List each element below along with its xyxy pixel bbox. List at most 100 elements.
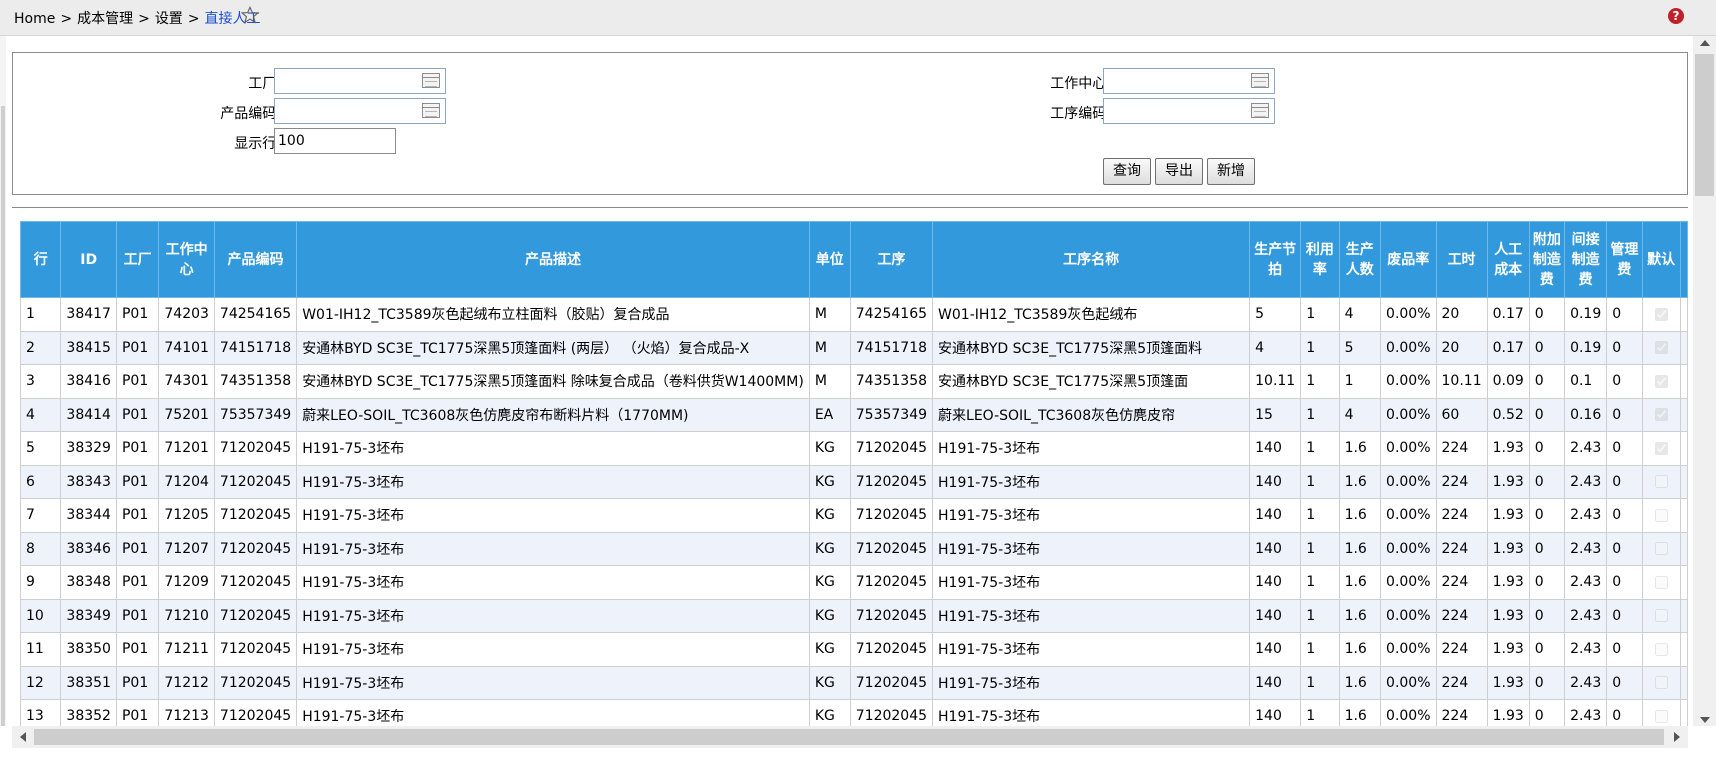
table-row[interactable]: 5 38329 P01 71201 71202045 H191-75-3坯布 KG 71202… [19,431,1688,466]
cell-workers: 4 [1338,397,1382,432]
export-button[interactable]: 导出 [1155,158,1203,185]
row-action-cell[interactable] [1679,397,1688,432]
breadcrumb-settings[interactable]: 设置 [155,11,183,27]
table-row[interactable]: 10 38349 P01 71210 71202045 H191-75-3坯布 KG 7120… [19,598,1688,633]
default-checkbox[interactable] [1654,374,1668,388]
table-row[interactable]: 11 38350 P01 71211 71202045 H191-75-3坯布 KG 7120… [19,632,1688,667]
cell-id: 38417 [60,297,117,332]
row-action-cell[interactable] [1679,565,1688,600]
column-header[interactable]: 间接制造费 [1564,221,1608,298]
horizontal-scrollbar[interactable] [12,726,1688,748]
scroll-left-arrow-icon[interactable] [20,732,26,742]
default-checkbox[interactable] [1654,609,1668,623]
work-center-field[interactable] [1103,68,1275,94]
column-header[interactable]: 单位 [808,221,851,298]
query-button[interactable]: 查询 [1103,158,1151,185]
cell-unit: KG [808,598,851,633]
column-header[interactable]: 工时 [1435,221,1488,298]
column-header[interactable]: 产品编码 [213,221,298,298]
table-picker-icon[interactable] [422,73,440,88]
row-action-cell[interactable] [1679,699,1688,727]
table-row[interactable]: 7 38344 P01 71205 71202045 H191-75-3坯布 KG 71202… [19,498,1688,533]
cell-takt: 10.11 [1249,364,1302,399]
table-row[interactable]: 3 38416 P01 74301 74351358 安通林BYD SC3E_TC1775… [19,364,1688,399]
table-picker-icon[interactable] [1251,103,1269,118]
column-header[interactable]: 生产节拍 [1249,221,1302,298]
column-header[interactable]: ID [60,221,117,298]
breadcrumb-cost-management[interactable]: 成本管理 [77,11,133,27]
process-code-field[interactable] [1103,98,1275,124]
column-header[interactable]: 工序 [849,221,934,298]
column-header[interactable]: 生产人数 [1338,221,1382,298]
default-checkbox[interactable] [1654,709,1668,723]
default-checkbox[interactable] [1654,642,1668,656]
cell-management-fee: 0 [1606,632,1643,667]
scroll-up-arrow-icon[interactable] [1700,40,1710,46]
row-action-cell[interactable] [1679,364,1688,399]
vertical-scrollbar-thumb[interactable] [1695,54,1714,196]
help-icon[interactable]: ? [1668,8,1684,24]
default-checkbox[interactable] [1654,542,1668,556]
default-checkbox[interactable] [1654,575,1668,589]
star-outline-icon[interactable] [241,6,259,24]
cell-indirect-mfg-cost: 2.43 [1564,431,1608,466]
column-header[interactable]: 工序名称 [932,221,1251,298]
default-checkbox[interactable] [1654,508,1668,522]
scroll-down-arrow-icon[interactable] [1700,717,1710,723]
cell-work-center: 71201 [158,431,215,466]
row-action-cell[interactable] [1679,498,1688,533]
column-header[interactable]: 产品描述 [296,221,810,298]
row-action-cell[interactable] [1679,598,1688,633]
column-header[interactable]: 废品率 [1380,221,1437,298]
table-row[interactable]: 6 38343 P01 71204 71202045 H191-75-3坯布 KG 71202… [19,464,1688,499]
row-action-cell[interactable] [1679,531,1688,566]
default-checkbox[interactable] [1654,408,1668,422]
cell-work-hours: 224 [1435,665,1488,700]
default-checkbox[interactable] [1654,307,1668,321]
cell-plant: P01 [115,431,160,466]
table-picker-icon[interactable] [422,103,440,118]
cell-additional-mfg-cost: 0 [1528,699,1566,727]
column-header[interactable]: 工厂 [115,221,160,298]
table-row[interactable]: 13 38352 P01 71213 71202045 H191-75-3坯布 KG 7120… [19,699,1688,727]
cell-product-description: 安通林BYD SC3E_TC1775深黑5顶篷面料 (两层） （火焰）复合成品-… [296,330,810,365]
table-row[interactable]: 12 38351 P01 71212 71202045 H191-75-3坯布 KG 7120… [19,665,1688,700]
row-action-cell[interactable] [1679,632,1688,667]
row-action-cell[interactable] [1679,297,1688,332]
cell-plant: P01 [115,364,160,399]
column-header[interactable]: 默认 [1641,221,1681,298]
table-row[interactable]: 8 38346 P01 71207 71202045 H191-75-3坯布 KG 71202… [19,531,1688,566]
display-rows-input[interactable] [274,128,396,154]
vertical-scrollbar[interactable] [1693,36,1716,726]
default-checkbox[interactable] [1654,475,1668,489]
row-action-cell[interactable] [1679,431,1688,466]
column-header[interactable]: 工作中心 [158,221,215,298]
column-header[interactable]: 利用率 [1300,221,1340,298]
row-action-cell[interactable] [1679,330,1688,365]
cell-unit: KG [808,531,851,566]
row-action-cell[interactable] [1679,464,1688,499]
default-checkbox[interactable] [1654,341,1668,355]
scroll-right-arrow-icon[interactable] [1674,732,1680,742]
default-checkbox[interactable] [1654,441,1668,455]
breadcrumb-home[interactable]: Home [14,11,55,27]
cell-product-description: H191-75-3坯布 [296,632,810,667]
cell-management-fee: 0 [1606,565,1643,600]
horizontal-scrollbar-thumb[interactable] [34,729,1664,745]
add-button[interactable]: 新增 [1207,158,1255,185]
table-row[interactable]: 9 38348 P01 71209 71202045 H191-75-3坯布 KG 71202… [19,565,1688,600]
default-checkbox[interactable] [1654,676,1668,690]
table-row[interactable]: 4 38414 P01 75201 75357349 蔚来LEO-SOIL_TC3608灰… [19,397,1688,432]
plant-field[interactable] [274,68,446,94]
table-picker-icon[interactable] [1251,73,1269,88]
product-code-field[interactable] [274,98,446,124]
column-header[interactable]: 行 [19,221,62,298]
column-header[interactable]: 管理费 [1606,221,1643,298]
cell-work-center: 71209 [158,565,215,600]
table-row[interactable]: 2 38415 P01 74101 74151718 安通林BYD SC3E_TC1775… [19,330,1688,365]
column-header[interactable]: 附加制造费 [1528,221,1566,298]
table-row[interactable]: 1 38417 P01 74203 74254165 W01-IH12_TC3589灰色起… [19,297,1688,332]
column-header[interactable]: 人工成本 [1486,221,1530,298]
cell-indirect-mfg-cost: 0.19 [1564,330,1608,365]
row-action-cell[interactable] [1679,665,1688,700]
